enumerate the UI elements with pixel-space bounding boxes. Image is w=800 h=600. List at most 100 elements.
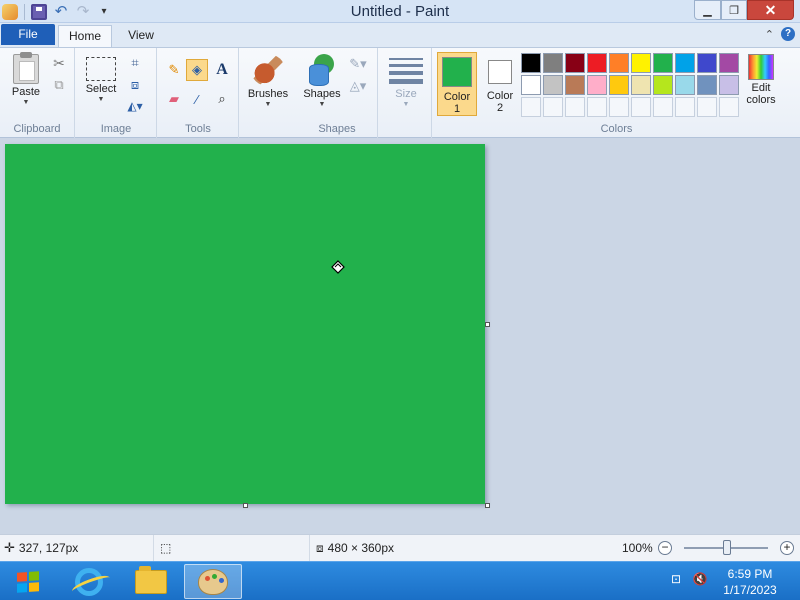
- palette-swatch[interactable]: [653, 53, 673, 73]
- taskbar-internet-explorer[interactable]: [60, 564, 118, 599]
- palette-custom-slot[interactable]: [543, 97, 563, 117]
- palette-custom-slot[interactable]: [609, 97, 629, 117]
- canvas-size: ⧈ 480 × 360px: [316, 535, 476, 561]
- palette-custom-slot[interactable]: [697, 97, 717, 117]
- title-bar: ↶ ↷ ▾ Untitled - Paint ▁ ❐ ✕: [0, 0, 800, 23]
- fill-bucket-icon[interactable]: ◈: [186, 59, 208, 81]
- palette-swatch[interactable]: [719, 75, 739, 95]
- drawing-canvas[interactable]: [5, 144, 485, 504]
- palette-swatch[interactable]: [697, 75, 717, 95]
- palette-swatch[interactable]: [675, 53, 695, 73]
- color-palette: [521, 53, 740, 118]
- fill-icon[interactable]: ◬▾: [345, 76, 371, 96]
- brushes-button[interactable]: Brushes ▼: [244, 54, 292, 109]
- palette-swatch[interactable]: [543, 53, 563, 73]
- palette-swatch[interactable]: [609, 75, 629, 95]
- palette-swatch[interactable]: [631, 53, 651, 73]
- zoom-in-button[interactable]: +: [780, 541, 794, 555]
- cut-icon[interactable]: ✂: [49, 53, 69, 73]
- brushes-label: Brushes: [247, 88, 289, 100]
- eraser-icon[interactable]: ▰: [163, 88, 185, 110]
- paste-button[interactable]: Paste ▼: [6, 52, 46, 107]
- canvas-workspace[interactable]: [0, 138, 800, 534]
- clock-time: 6:59 PM: [727, 567, 773, 581]
- copy-icon[interactable]: ⧉: [49, 75, 69, 95]
- crop-icon[interactable]: ⌗: [125, 53, 145, 73]
- color2-button[interactable]: Color 2: [481, 53, 519, 117]
- resize-handle-right[interactable]: [485, 322, 490, 327]
- system-clock[interactable]: 6:59 PM 1/17/2023: [718, 566, 782, 598]
- outline-icon[interactable]: ✎▾: [345, 54, 371, 74]
- palette-swatch[interactable]: [565, 75, 585, 95]
- rainbow-palette-icon: [748, 54, 774, 80]
- line-size-icon: [389, 58, 423, 84]
- palette-custom-slot[interactable]: [565, 97, 585, 117]
- minimize-ribbon-icon[interactable]: ⌃: [765, 28, 774, 41]
- tab-view[interactable]: View: [118, 25, 164, 47]
- chevron-down-icon: ▼: [264, 101, 272, 108]
- start-button[interactable]: [6, 566, 50, 598]
- palette-custom-slot[interactable]: [587, 97, 607, 117]
- paint-palette-icon: [198, 568, 228, 595]
- text-tool-icon[interactable]: A: [211, 59, 233, 81]
- help-icon[interactable]: ?: [781, 27, 795, 41]
- edit-colors-button[interactable]: Edit colors: [743, 54, 779, 106]
- ribbon-tabs: File Home View ⌃ ?: [0, 23, 800, 47]
- cursor-position-text: 327, 127px: [18, 541, 79, 555]
- network-icon[interactable]: ⊡: [667, 570, 685, 588]
- selection-size: ⬚: [160, 535, 310, 561]
- palette-custom-slot[interactable]: [653, 97, 673, 117]
- palette-swatch[interactable]: [719, 53, 739, 73]
- palette-custom-slot[interactable]: [521, 97, 541, 117]
- color1-label: Color: [443, 91, 471, 103]
- taskbar-paint[interactable]: [184, 564, 242, 599]
- zoom-out-button[interactable]: −: [658, 541, 672, 555]
- clock-date: 1/17/2023: [723, 583, 777, 597]
- zoom-slider-thumb[interactable]: [723, 540, 731, 555]
- palette-custom-slot[interactable]: [631, 97, 651, 117]
- shapes-icon: [306, 54, 338, 86]
- tab-home[interactable]: Home: [58, 25, 112, 47]
- palette-swatch[interactable]: [521, 53, 541, 73]
- palette-custom-slot[interactable]: [719, 97, 739, 117]
- edit-colors-label-1: Edit: [751, 82, 771, 94]
- color1-button[interactable]: Color 1: [437, 52, 477, 116]
- select-button[interactable]: Select ▼: [82, 57, 120, 104]
- image-group: Select ▼ ⌗ ⧈ ◭▾ Image: [76, 48, 157, 138]
- color1-swatch: [442, 57, 472, 87]
- canvas-size-icon: ⧈: [316, 540, 324, 555]
- folder-icon: [135, 565, 167, 594]
- palette-swatch[interactable]: [631, 75, 651, 95]
- palette-swatch[interactable]: [697, 53, 717, 73]
- magnifier-icon[interactable]: ⌕: [211, 88, 233, 110]
- palette-swatch[interactable]: [653, 75, 673, 95]
- shapes-button[interactable]: Shapes ▼: [300, 54, 344, 109]
- palette-custom-slot[interactable]: [675, 97, 695, 117]
- tools-group: ✎ ◈ A ▰ ⁄ ⌕ Tools: [158, 48, 239, 138]
- shapes-group-label: Shapes: [318, 123, 356, 135]
- palette-swatch[interactable]: [609, 53, 629, 73]
- pencil-icon[interactable]: ✎: [163, 59, 185, 81]
- resize-icon[interactable]: ⧈: [125, 75, 145, 95]
- color-picker-icon[interactable]: ⁄: [186, 88, 208, 110]
- size-button[interactable]: Size ▼: [387, 54, 425, 109]
- zoom-level: 100%: [622, 541, 653, 555]
- palette-swatch[interactable]: [587, 53, 607, 73]
- resize-handle-bottom[interactable]: [243, 503, 248, 508]
- palette-swatch[interactable]: [587, 75, 607, 95]
- taskbar-file-explorer[interactable]: [122, 564, 180, 599]
- close-button[interactable]: ✕: [747, 0, 794, 20]
- resize-handle-corner[interactable]: [485, 503, 490, 508]
- palette-swatch[interactable]: [543, 75, 563, 95]
- volume-muted-icon[interactable]: 🔇: [691, 570, 709, 588]
- rotate-icon[interactable]: ◭▾: [125, 96, 145, 116]
- palette-swatch[interactable]: [521, 75, 541, 95]
- palette-swatch[interactable]: [565, 53, 585, 73]
- color2-swatch: [488, 60, 512, 84]
- brush-icon: [251, 54, 285, 86]
- tab-file[interactable]: File: [1, 24, 55, 45]
- maximize-button[interactable]: ❐: [721, 0, 747, 20]
- colors-group-label: Colors: [600, 123, 633, 135]
- palette-swatch[interactable]: [675, 75, 695, 95]
- minimize-button[interactable]: ▁: [694, 0, 721, 20]
